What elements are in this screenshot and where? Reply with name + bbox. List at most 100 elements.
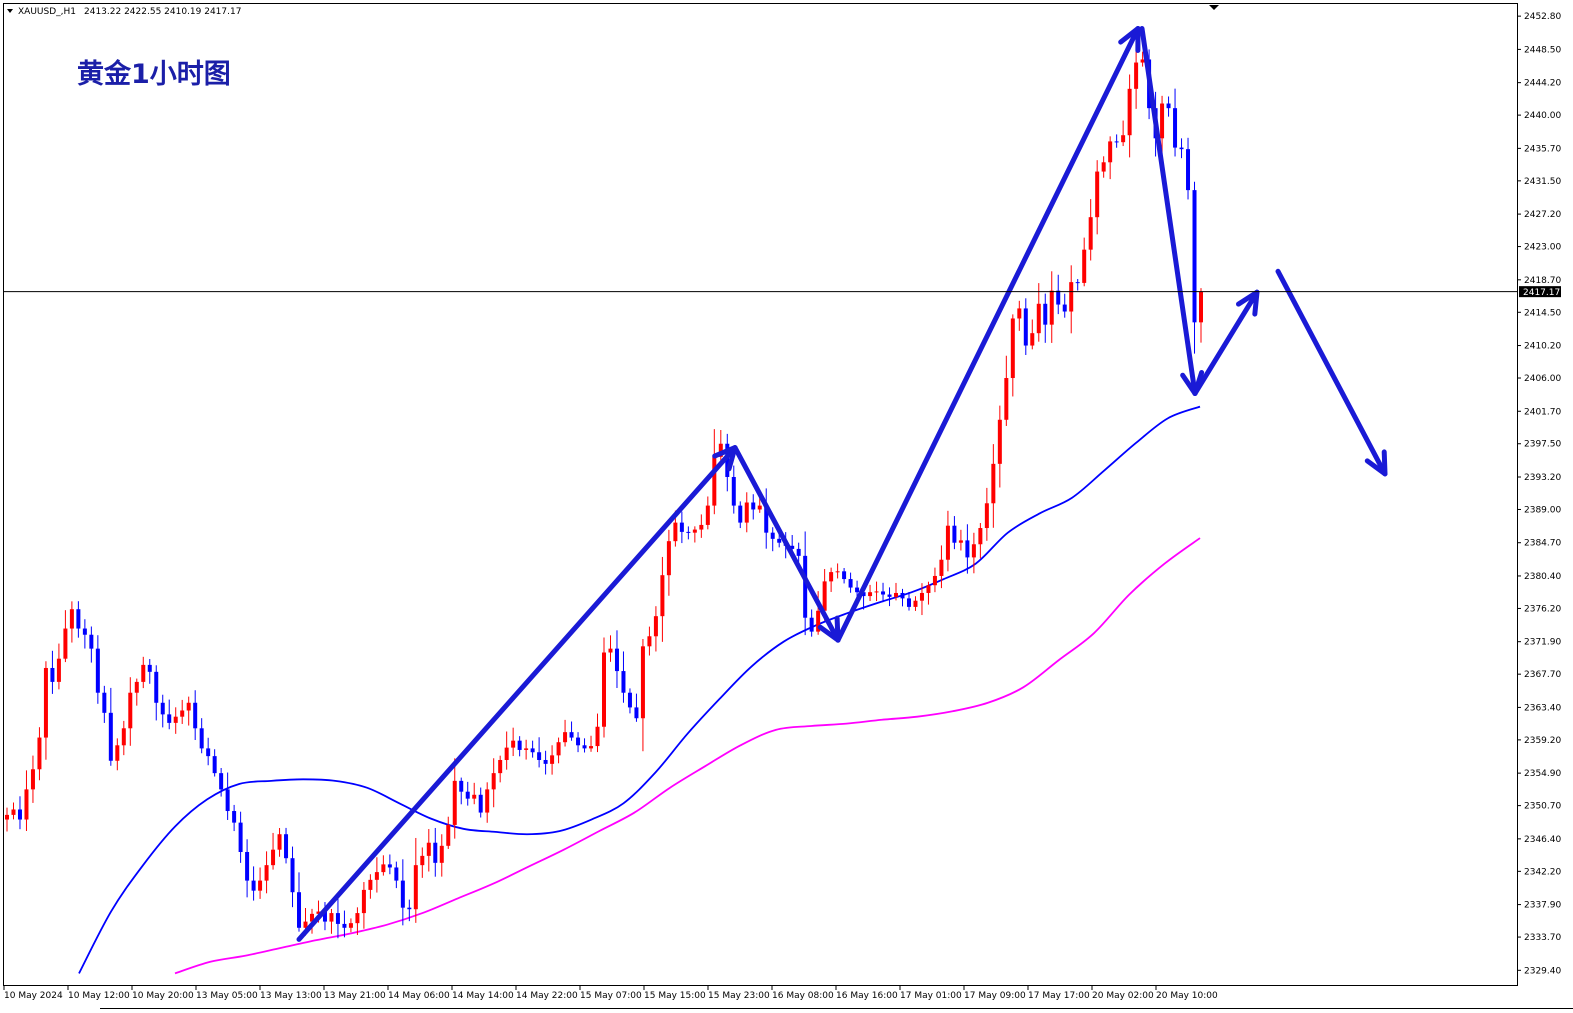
candle-body [627,692,632,708]
candle-body [219,773,224,790]
candle-body [17,809,22,820]
candle-body [232,811,237,823]
chart-title: 黄金1小时图 [77,58,231,90]
time-tick-label: 13 May 05:00 [196,991,258,1001]
candle-body [589,746,594,749]
candle-body [24,789,29,820]
candle-body [939,559,944,576]
candle-body [1173,108,1178,148]
time-tick-label: 20 May 10:00 [1156,991,1218,1001]
candle-body [556,742,561,756]
price-tick-label: 2397.50 [1524,440,1561,450]
time-tick-label: 10 May 20:00 [132,991,194,1001]
candle-body [329,913,334,922]
candle-body [770,532,775,539]
candle-body [193,702,198,729]
candle-body [115,745,120,761]
candle-body [82,628,87,635]
price-tick-label: 2367.70 [1524,670,1561,680]
candle-body [932,575,937,586]
time-tick-label: 13 May 13:00 [260,991,322,1001]
candle-body [141,664,146,682]
candle-body [829,572,834,582]
candle-body [108,712,113,761]
candle-body [245,852,250,881]
candle-body [679,522,684,532]
price-tick-label: 2342.20 [1524,867,1561,877]
time-tick-label: 17 May 17:00 [1028,991,1090,1001]
candle-body [1004,378,1009,420]
candle-body [666,541,671,576]
candle-body [413,865,418,910]
candle-body [1095,171,1100,218]
candle-body [1069,282,1074,312]
candle-body [1056,290,1061,305]
candle-body [491,773,496,790]
candle-body [653,616,658,637]
candle-body [608,648,613,653]
candle-body [906,598,911,607]
candle-body [128,692,133,729]
candle-body [374,872,379,880]
candle-body [147,664,152,672]
candle-body [712,456,717,506]
candle-body [991,463,996,504]
candle-body [874,591,879,593]
candle-body [37,737,42,770]
time-tick-label: 17 May 09:00 [964,991,1026,1001]
candle-body [50,667,55,682]
candle-body [167,714,172,723]
candle-body [381,864,386,873]
candle-body [439,845,444,863]
price-tick-label: 2423.00 [1524,243,1561,253]
candle-body [134,681,139,693]
candle-body [757,505,762,510]
candle-body [686,531,691,533]
candle-body [212,756,217,774]
candle-body [1108,141,1113,163]
candle-body [576,737,581,746]
candle-body [524,748,529,750]
price-tick-label: 2401.70 [1524,407,1561,417]
candle-body [394,867,399,881]
price-tick-label: 2337.90 [1524,901,1561,911]
candle-body [1075,282,1080,284]
time-tick-label: 10 May 2024 [4,991,63,1001]
candle-body [699,524,704,530]
candle-body [446,824,451,846]
time-tick-label: 15 May 07:00 [580,991,642,1001]
candle-body [848,579,853,588]
candle-body [984,503,989,529]
candle-body [731,476,736,506]
candle-body [95,648,100,693]
candle-body [1134,62,1139,89]
price-tick-label: 2350.70 [1524,802,1561,812]
candle-body [420,855,425,866]
candle-body [361,889,366,914]
candle-body [407,907,412,910]
candle-body [1088,217,1093,250]
candle-body [297,892,302,928]
candle-body [342,923,347,928]
candle-body [199,728,204,749]
candle-body [1160,103,1165,139]
candle-body [400,880,405,908]
candle-body [1023,308,1028,346]
time-tick-label: 14 May 14:00 [452,991,514,1001]
time-tick-label: 15 May 15:00 [644,991,706,1001]
candle-body [803,555,808,618]
candle-body [537,752,542,760]
time-tick-label: 20 May 02:00 [1092,991,1154,1001]
candle-body [952,525,957,543]
candle-body [621,671,626,693]
candle-body [796,548,801,556]
price-tick-label: 2406.00 [1524,374,1561,384]
candle-body [900,592,905,599]
candle-body [751,502,756,510]
candle-body [5,814,9,820]
candle-body [56,658,61,682]
candle-body [251,880,256,891]
chart-frame: XAUUSD_,H1 2413.22 2422.55 2410.19 2417.… [3,3,1573,1009]
candle-body [647,636,652,647]
candle-body [978,528,983,545]
